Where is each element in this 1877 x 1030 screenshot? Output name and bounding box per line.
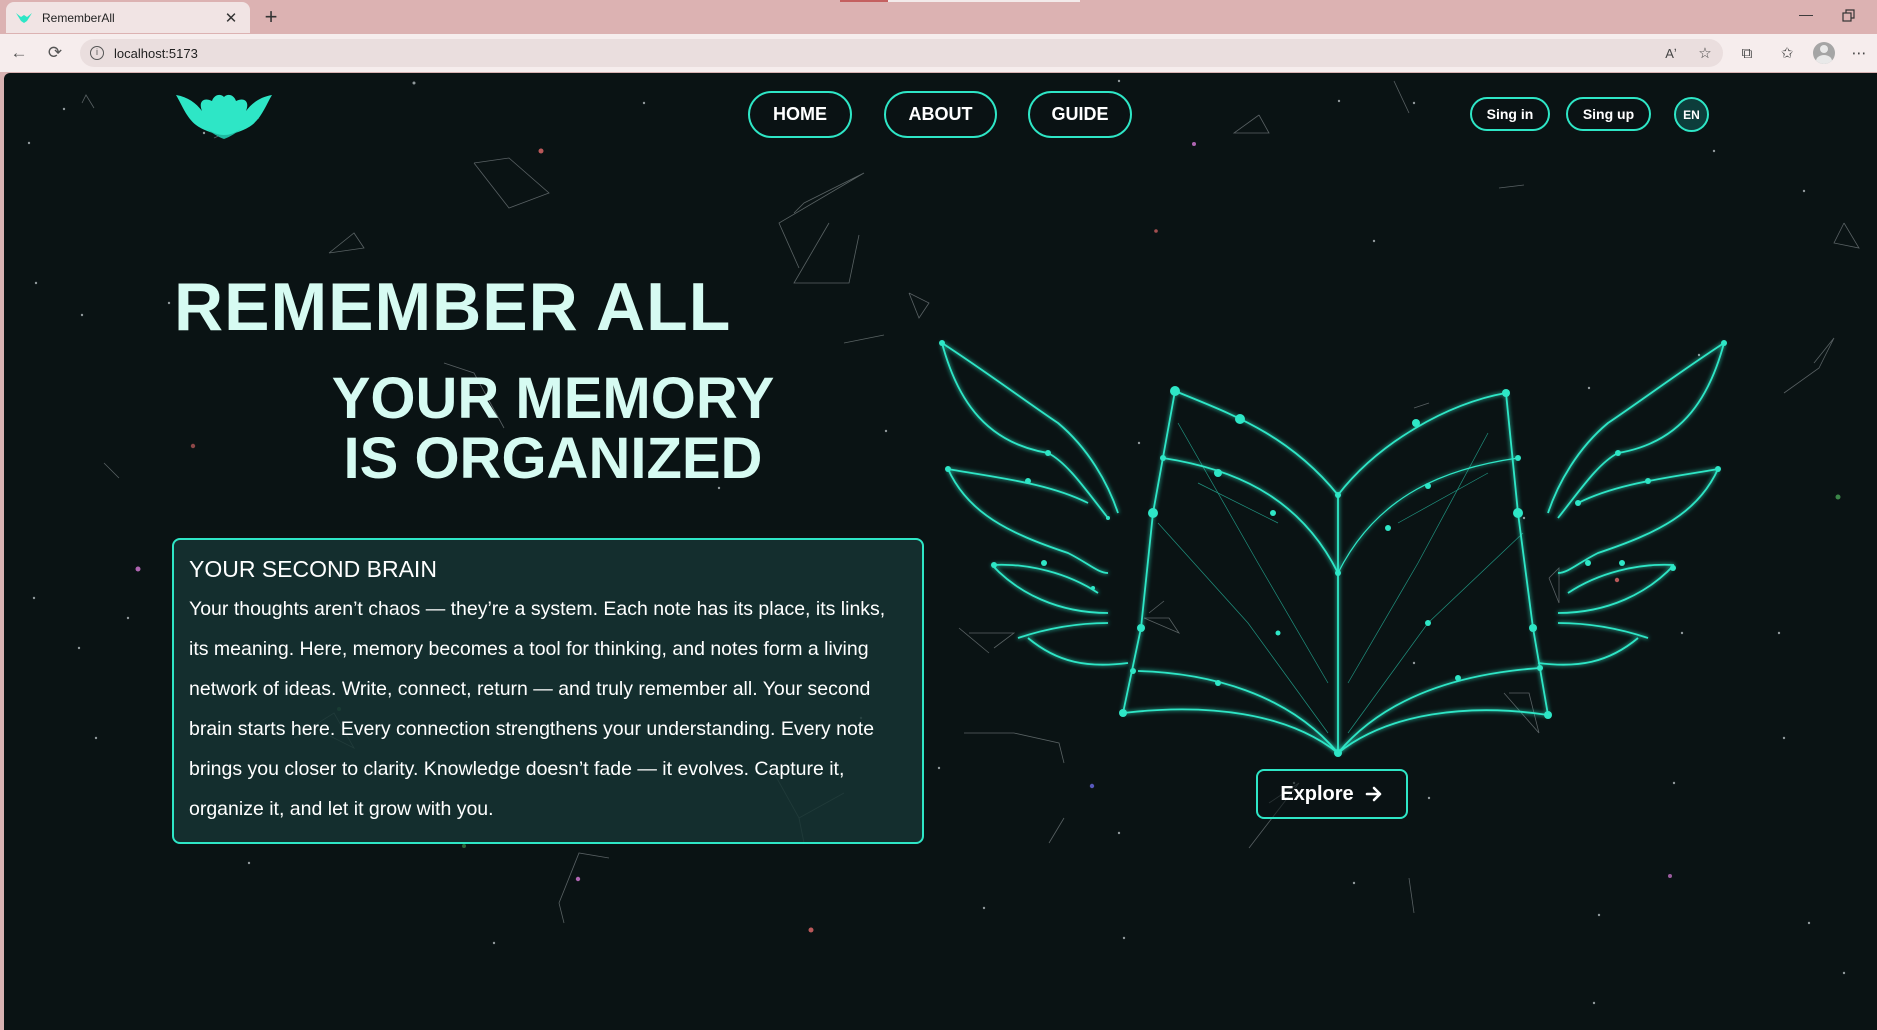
url-text: localhost:5173 <box>114 45 198 61</box>
winged-book-illustration <box>939 340 1727 757</box>
tab-close-icon[interactable]: ✕ <box>222 9 240 27</box>
hero-subtitle-line1: YOUR MEMORY <box>331 366 775 431</box>
second-brain-card: YOUR SECOND BRAIN Your thoughts aren’t c… <box>172 538 924 844</box>
card-text: Your thoughts aren’t chaos — they’re a s… <box>189 598 886 820</box>
profile-avatar[interactable] <box>1813 42 1835 64</box>
more-menu-icon[interactable]: ⋯ <box>1848 43 1870 65</box>
tab-title: RememberAll <box>42 10 115 25</box>
window-minimize-button[interactable]: — <box>1797 6 1815 26</box>
read-aloud-icon[interactable]: Aʼ <box>1660 43 1682 65</box>
nav-guide-link[interactable]: GUIDE <box>1028 91 1132 138</box>
nav-home-link[interactable]: HOME <box>748 91 852 138</box>
language-switch-button[interactable]: EN <box>1674 97 1709 132</box>
tab-strip-indicator <box>840 0 1080 2</box>
favorite-star-icon[interactable]: ☆ <box>1694 43 1716 65</box>
reload-icon[interactable]: ⟳ <box>44 42 66 64</box>
sign-in-button[interactable]: Sing in <box>1470 97 1550 131</box>
hero-title: REMEMBER ALL <box>174 269 732 345</box>
hero-subtitle: YOUR MEMORY IS ORGANIZED <box>274 369 832 489</box>
winged-logo-icon[interactable] <box>174 87 274 141</box>
explore-button[interactable]: Explore <box>1256 769 1408 819</box>
favorites-list-icon[interactable]: ✩ <box>1776 43 1798 65</box>
nav-about-link[interactable]: ABOUT <box>884 91 997 138</box>
window-restore-button[interactable] <box>1842 6 1860 26</box>
address-bar[interactable]: i localhost:5173 <box>80 39 1723 67</box>
arrow-right-icon <box>1365 786 1381 802</box>
browser-toolbar: ← ⟳ i localhost:5173 Aʼ ☆ ⧉ ✩ ⋯ <box>0 34 1877 72</box>
card-title: YOUR SECOND BRAIN <box>189 556 437 582</box>
explore-label: Explore <box>1280 782 1354 805</box>
new-tab-button[interactable]: + <box>258 4 284 30</box>
browser-tab[interactable]: RememberAll ✕ <box>6 2 250 33</box>
sign-up-button[interactable]: Sing up <box>1566 97 1651 131</box>
browser-tabbar: RememberAll ✕ + — <box>0 0 1877 34</box>
page-viewport: HOME ABOUT GUIDE Sing in Sing up EN REME… <box>4 73 1877 1030</box>
site-info-icon[interactable]: i <box>90 46 104 60</box>
back-arrow-icon[interactable]: ← <box>8 42 30 64</box>
hero-subtitle-line2: IS ORGANIZED <box>343 426 763 491</box>
extensions-icon[interactable]: ⧉ <box>1736 43 1758 65</box>
favicon-icon <box>16 11 32 25</box>
